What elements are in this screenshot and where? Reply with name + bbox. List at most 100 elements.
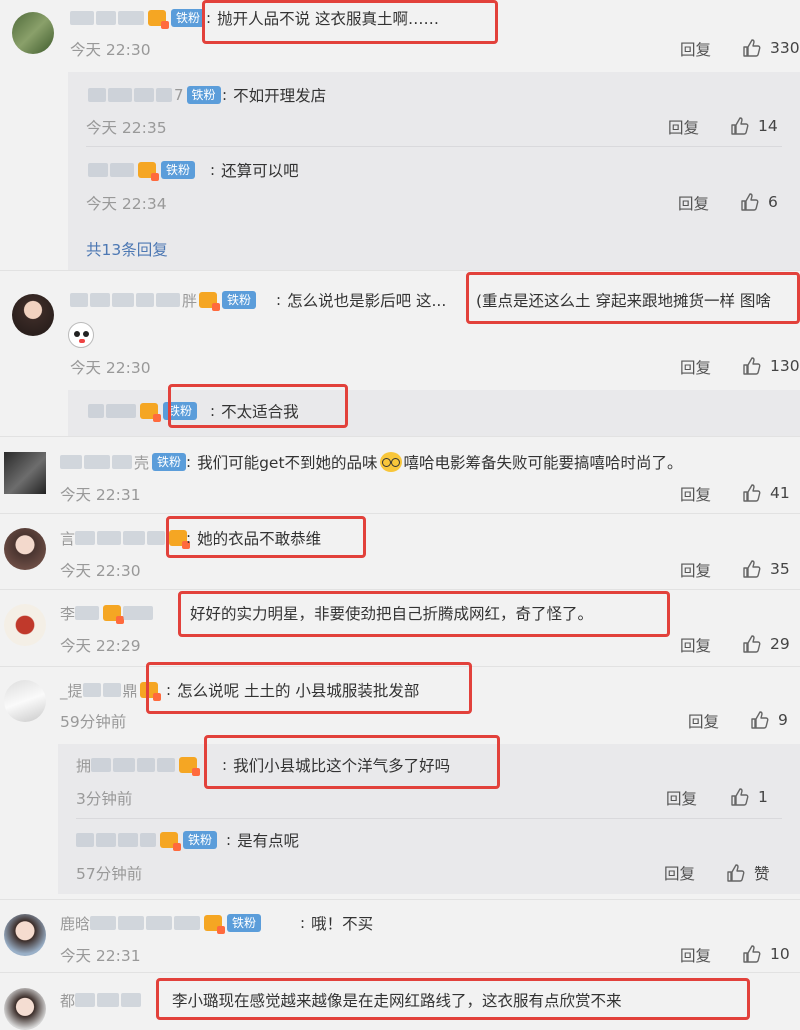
reply-button[interactable]: 回复: [688, 710, 719, 732]
highlight-box: [202, 0, 498, 44]
username[interactable]: 李: [60, 603, 155, 624]
reply-body: : 不如开理发店: [222, 86, 327, 105]
like-button[interactable]: 6: [740, 192, 778, 212]
avatar[interactable]: [4, 914, 46, 956]
reply-button[interactable]: 回复: [664, 862, 695, 884]
thumbs-up-icon: [731, 788, 749, 806]
reply-time: 3分钟前: [76, 790, 133, 808]
reply-button[interactable]: 回复: [680, 559, 711, 581]
reply-body: : 是有点呢: [226, 831, 300, 850]
panda-emoji-icon: [68, 322, 94, 348]
like-count: 41: [770, 484, 790, 502]
like-count: 6: [768, 193, 778, 211]
comment-time: 59分钟前: [60, 713, 127, 731]
reply-text: 是有点呢: [237, 832, 300, 850]
like-button[interactable]: 赞: [726, 862, 770, 884]
like-button[interactable]: 1: [730, 787, 768, 807]
avatar[interactable]: [12, 294, 54, 336]
reply-time: 今天 22:35: [86, 119, 167, 137]
reply-button[interactable]: 回复: [678, 192, 709, 214]
reply-time: 57分钟前: [76, 865, 143, 883]
comment-time: 今天 22:31: [60, 947, 141, 965]
reply-body: : 还算可以吧: [210, 161, 299, 180]
highlight-box: [156, 978, 750, 1020]
username[interactable]: _提鼎: [60, 680, 161, 701]
like-count: 35: [770, 560, 790, 578]
reply-button[interactable]: 回复: [680, 356, 711, 378]
vip-crown-icon: [179, 757, 201, 776]
like-button[interactable]: 130: [742, 356, 800, 376]
comment-body: : 我们可能get不到她的品味 嘻哈电影筹备失败可能要搞嘻哈时尚了。: [186, 452, 683, 472]
reply-button[interactable]: 回复: [668, 116, 699, 138]
reply-username[interactable]: 拥: [76, 755, 201, 776]
vip-crown-icon: [199, 292, 221, 311]
like-button[interactable]: 29: [742, 634, 790, 654]
reply-username[interactable]: 铁粉: [76, 830, 218, 851]
thumbs-up-icon: [731, 117, 749, 135]
like-count: 1: [758, 788, 768, 806]
avatar[interactable]: [12, 12, 54, 54]
comment-body: : 怎么说也是影后吧 这...: [276, 291, 447, 310]
comment-text: 哦！不买: [311, 915, 374, 933]
fan-badge: 铁粉: [171, 9, 206, 27]
reply-button[interactable]: 回复: [666, 787, 697, 809]
reply-time: 今天 22:34: [86, 195, 167, 213]
reply-username[interactable]: 铁粉: [88, 160, 196, 181]
like-button[interactable]: 35: [742, 559, 790, 579]
thumbs-up-icon: [743, 560, 761, 578]
highlight-box: [146, 662, 472, 714]
reply-text: 不如开理发店: [233, 87, 327, 105]
highlight-box: [166, 516, 366, 558]
like-count: 330: [770, 39, 800, 57]
like-button[interactable]: 330: [742, 38, 800, 58]
avatar[interactable]: [4, 452, 46, 494]
like-count: 9: [778, 711, 788, 729]
thumbs-up-icon: [743, 635, 761, 653]
comment-time: 今天 22:30: [70, 41, 151, 59]
reply-text: 还算可以吧: [221, 162, 299, 180]
username[interactable]: 壳铁粉: [60, 452, 187, 472]
username[interactable]: 铁粉: [70, 8, 206, 29]
reply-button[interactable]: 回复: [680, 944, 711, 966]
comment-text: 怎么说也是影后吧 这...: [287, 292, 447, 310]
vip-crown-icon: [160, 832, 181, 851]
comment-time: 今天 22:30: [70, 359, 151, 377]
vip-crown-icon: [138, 162, 159, 181]
thumbs-up-icon: [741, 193, 759, 211]
comment-time: 今天 22:31: [60, 486, 141, 504]
thumbs-up-icon: [743, 945, 761, 963]
like-count: 29: [770, 635, 790, 653]
glasses-emoji-icon: [379, 452, 402, 472]
vip-crown-icon: [103, 605, 125, 624]
like-count: 10: [770, 945, 790, 963]
username[interactable]: 鹿晗 铁粉: [60, 913, 262, 934]
comment-text: 我们可能get不到她的品味: [197, 454, 378, 472]
reply-button[interactable]: 回复: [680, 483, 711, 505]
comment-time: 今天 22:29: [60, 637, 141, 655]
like-button[interactable]: 10: [742, 944, 790, 964]
avatar[interactable]: [4, 604, 46, 646]
highlight-box: [168, 384, 348, 428]
vip-crown-icon: [140, 403, 161, 422]
reply-username[interactable]: 7 铁粉: [88, 85, 221, 105]
like-button[interactable]: 9: [750, 710, 788, 730]
highlight-box: [178, 591, 670, 637]
comment-text-continued: 嘻哈电影筹备失败可能要搞嘻哈时尚了。: [403, 454, 683, 472]
reply-button[interactable]: 回复: [680, 38, 711, 60]
username[interactable]: 都: [60, 990, 143, 1010]
vip-crown-icon: [204, 915, 226, 934]
thumbs-up-icon: [743, 39, 761, 57]
highlight-box: [466, 272, 800, 324]
username[interactable]: 胖铁粉: [70, 290, 257, 311]
thumbs-up-icon: [743, 484, 761, 502]
vip-crown-icon: [148, 10, 169, 29]
avatar[interactable]: [4, 528, 46, 570]
more-replies-link[interactable]: 共13条回复: [86, 238, 168, 260]
like-count: 14: [758, 117, 778, 135]
like-button[interactable]: 41: [742, 483, 790, 503]
reply-button[interactable]: 回复: [680, 634, 711, 656]
like-button[interactable]: 14: [730, 116, 778, 136]
avatar[interactable]: [4, 680, 46, 722]
comment-body: : 哦！不买: [300, 914, 374, 933]
thumbs-up-icon: [743, 357, 761, 375]
